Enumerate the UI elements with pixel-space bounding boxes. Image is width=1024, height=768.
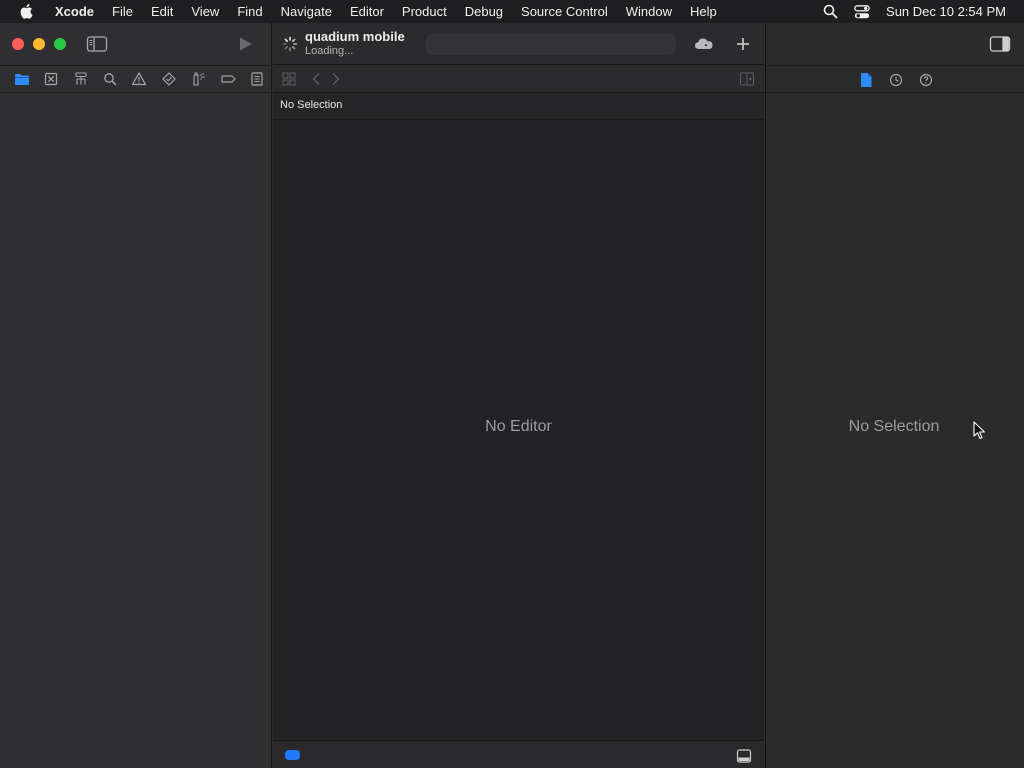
navigator-toggle-icon[interactable] [86, 35, 108, 53]
activity-viewer[interactable] [426, 34, 676, 55]
editor-area: quadium mobile Loading... No Selection N… [273, 23, 764, 768]
screen: Xcode File Edit View Find Navigate Edito… [0, 0, 1024, 768]
inspector-tabs [766, 65, 1024, 93]
help-icon[interactable] [916, 70, 936, 90]
breakpoint-icon[interactable] [213, 69, 242, 89]
xcode-window: quadium mobile Loading... No Selection N… [0, 23, 1024, 768]
menu-product[interactable]: Product [393, 0, 456, 23]
debug-bar [273, 740, 764, 768]
project-status: Loading... [305, 45, 354, 57]
debug-spray-icon[interactable] [184, 69, 213, 89]
menu-bar-clock[interactable]: Sun Dec 10 2:54 PM [886, 4, 1006, 19]
menu-view[interactable]: View [182, 0, 228, 23]
menu-navigate[interactable]: Navigate [272, 0, 341, 23]
project-name[interactable]: quadium mobile [305, 29, 405, 44]
report-icon[interactable] [243, 69, 272, 89]
mouse-cursor-icon [973, 421, 987, 441]
history-icon[interactable] [886, 70, 906, 90]
debug-area-toggle-icon[interactable] [736, 748, 752, 764]
inspector-toggle-icon[interactable] [989, 35, 1011, 53]
test-diamond-icon[interactable] [154, 69, 183, 89]
add-library-icon[interactable] [733, 34, 753, 54]
control-center-icon[interactable] [853, 3, 871, 21]
menu-file[interactable]: File [103, 0, 142, 23]
menu-find[interactable]: Find [228, 0, 271, 23]
filter-toggle-icon[interactable] [285, 750, 300, 760]
chevron-left-icon[interactable] [309, 70, 323, 88]
chevron-right-icon[interactable] [329, 70, 343, 88]
navigator-toolbar [0, 23, 272, 65]
file-inspector-icon[interactable] [856, 70, 876, 90]
menu-app-xcode[interactable]: Xcode [46, 0, 103, 23]
editor-jump-bar [273, 65, 764, 93]
close-window-button[interactable] [12, 38, 24, 50]
search-icon[interactable] [821, 3, 839, 21]
menu-bar-status: Sun Dec 10 2:54 PM [814, 0, 1024, 23]
inspector-pane: No Selection [765, 23, 1024, 768]
navigator-pane [0, 23, 272, 768]
run-button[interactable] [236, 35, 256, 53]
warning-icon[interactable] [125, 69, 154, 89]
menu-bar: Xcode File Edit View Find Navigate Edito… [0, 0, 1024, 23]
menu-source-control[interactable]: Source Control [512, 0, 617, 23]
menu-debug[interactable]: Debug [456, 0, 512, 23]
apple-logo-icon[interactable] [18, 3, 36, 21]
window-toolbar: quadium mobile Loading... [273, 23, 764, 65]
search-icon[interactable] [95, 69, 124, 89]
no-editor-label: No Editor [485, 418, 552, 435]
loading-spinner-icon [282, 36, 298, 52]
inspector-toolbar [766, 23, 1024, 65]
menu-help[interactable]: Help [681, 0, 726, 23]
hierarchy-icon[interactable] [66, 69, 95, 89]
path-bar: No Selection [273, 93, 764, 120]
menu-edit[interactable]: Edit [142, 0, 182, 23]
menu-window[interactable]: Window [617, 0, 681, 23]
source-control-icon[interactable] [36, 69, 65, 89]
menu-editor[interactable]: Editor [341, 0, 393, 23]
navigator-tabs [0, 65, 272, 93]
folder-icon[interactable] [7, 69, 36, 89]
cloud-icon[interactable] [693, 35, 715, 53]
related-items-grid-icon[interactable] [280, 70, 298, 88]
split-editor-icon[interactable] [738, 70, 756, 88]
path-selection-label[interactable]: No Selection [280, 99, 342, 111]
zoom-window-button[interactable] [54, 38, 66, 50]
minimize-window-button[interactable] [33, 38, 45, 50]
